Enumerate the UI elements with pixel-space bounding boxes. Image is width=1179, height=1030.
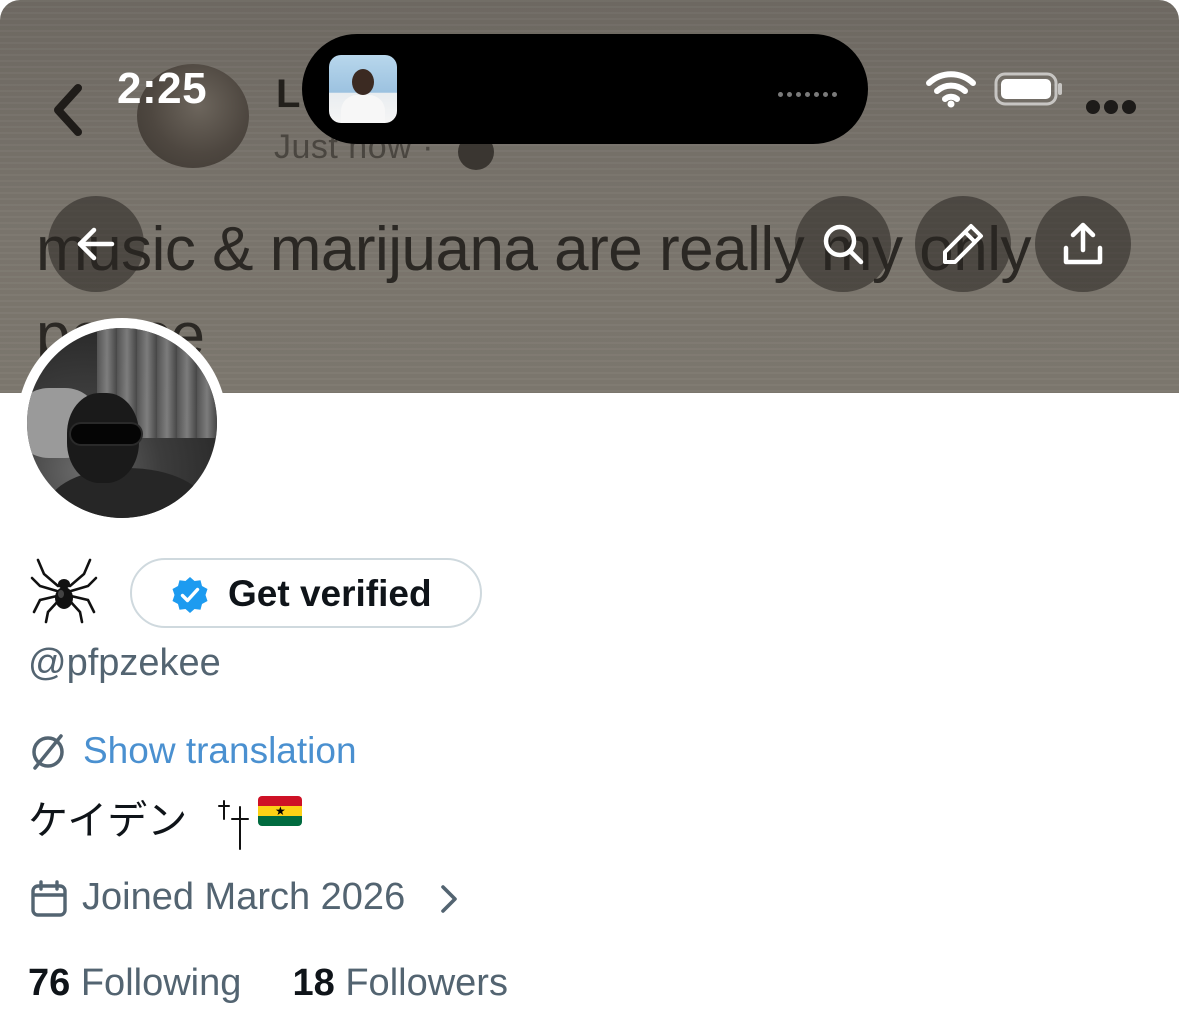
followers-count: 18: [292, 962, 335, 1004]
get-verified-button[interactable]: Get verified: [130, 558, 482, 628]
arrow-left-icon: [77, 227, 115, 261]
ghana-flag-emoji: ★: [258, 796, 302, 826]
translate-icon[interactable]: [28, 732, 68, 772]
edit-button[interactable]: [915, 196, 1011, 292]
following-label: Following: [80, 962, 242, 1004]
joined-date[interactable]: Joined March 2026: [82, 876, 405, 919]
background-more-icon: [1086, 100, 1140, 119]
dynamic-island[interactable]: [302, 34, 868, 144]
profile-bio: ケイデン: [28, 799, 188, 843]
get-verified-label: Get verified: [228, 573, 432, 614]
calendar-icon: [31, 880, 67, 917]
following-link[interactable]: 76 Following: [28, 962, 252, 1004]
wifi-icon: [926, 71, 976, 108]
follow-stats: 76 Following 18 Followers: [28, 962, 508, 1005]
chevron-right-icon[interactable]: [434, 882, 464, 916]
profile-handle: @pfpzekee: [28, 642, 221, 684]
share-upload-icon: [1063, 222, 1103, 265]
profile-avatar[interactable]: [17, 318, 227, 528]
back-button[interactable]: [48, 196, 144, 292]
display-name-spider-emoji: [30, 558, 98, 624]
pencil-icon: [943, 224, 983, 264]
followers-label: Followers: [345, 962, 508, 1004]
show-translation-link[interactable]: Show translation: [83, 730, 357, 772]
background-back-chevron-icon: [54, 84, 82, 136]
double-cross-symbol: [218, 800, 249, 850]
following-count: 76: [28, 962, 71, 1004]
followers-link[interactable]: 18 Followers: [293, 962, 508, 1004]
search-icon: [823, 224, 864, 265]
audio-waveform-icon: [778, 84, 841, 102]
status-bar-time: 2:25: [117, 64, 208, 113]
battery-icon: [994, 72, 1062, 106]
profile-photo: [27, 328, 217, 518]
background-post-author: L: [276, 72, 301, 116]
search-button[interactable]: [795, 196, 891, 292]
share-button[interactable]: [1035, 196, 1131, 292]
verified-badge-icon: [172, 577, 208, 613]
now-playing-artwork: [329, 55, 397, 123]
